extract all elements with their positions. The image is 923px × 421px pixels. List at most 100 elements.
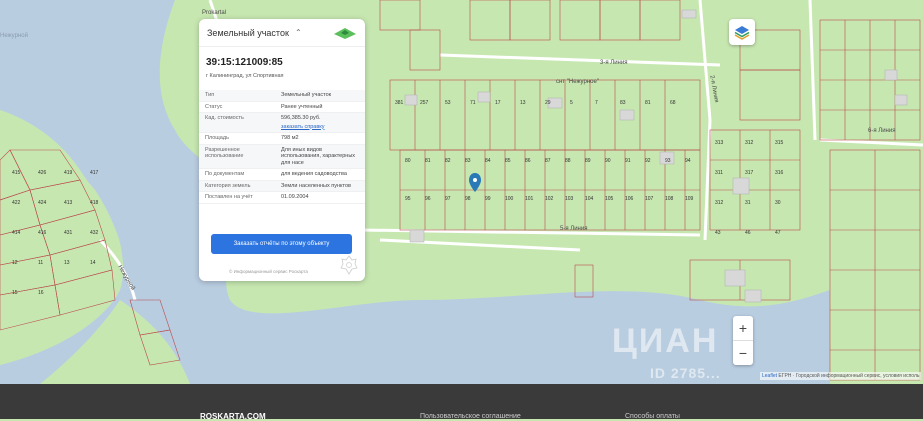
parcel-number[interactable]: 315 (775, 140, 783, 146)
zoom-out-button[interactable]: − (733, 341, 753, 365)
parcel-number[interactable]: 46 (745, 230, 751, 236)
parcel-number[interactable]: 17 (495, 100, 501, 106)
parcel-number[interactable]: 431 (64, 230, 72, 236)
watermark-id: ID 2785... (650, 365, 721, 381)
table-row: Площадь 798 м2 (199, 132, 365, 145)
parcel-number[interactable]: 94 (685, 158, 691, 164)
zoom-in-button[interactable]: + (733, 316, 753, 340)
parcel-number[interactable]: 104 (585, 196, 593, 202)
parcel-number[interactable]: 100 (505, 196, 513, 202)
parcel-number[interactable]: 86 (525, 158, 531, 164)
parcel-number[interactable]: 92 (645, 158, 651, 164)
parcel-number[interactable]: 424 (38, 200, 46, 206)
parcel-number[interactable]: 415 (12, 170, 20, 176)
parcel-thumbnail-icon (334, 28, 356, 39)
card-title[interactable]: Земельный участок (207, 28, 289, 38)
map-label-snt: снт "Нежурное" (556, 79, 599, 85)
parcel-number[interactable]: 30 (775, 200, 781, 206)
page-footer: ROSKARTA.COM Пользовательское соглашение… (0, 384, 923, 421)
parcel-number[interactable]: 13 (520, 100, 526, 106)
parcel-number[interactable]: 426 (38, 170, 46, 176)
parcel-number[interactable]: 105 (605, 196, 613, 202)
parcel-number[interactable]: 417 (90, 170, 98, 176)
parcel-number[interactable]: 312 (715, 200, 723, 206)
parcel-number[interactable]: 82 (445, 158, 451, 164)
parcel-number[interactable]: 11 (38, 260, 43, 266)
watermark-logo: ЦИАН (612, 322, 719, 360)
map-attribution: Leaflet ЕГРН · Городской информационный … (760, 372, 922, 380)
parcel-number[interactable]: 89 (585, 158, 591, 164)
chevron-up-icon[interactable]: ⌃ (295, 28, 302, 37)
parcel-number[interactable]: 88 (565, 158, 571, 164)
parcel-number[interactable]: 101 (525, 196, 533, 202)
layers-button[interactable] (729, 19, 755, 45)
cadastral-number: 39:15:121009:85 (206, 57, 283, 68)
parcel-number[interactable]: 83 (620, 100, 626, 106)
parcel-number[interactable]: 12 (12, 260, 18, 266)
parcel-number[interactable]: 96 (425, 196, 431, 202)
parcel-number[interactable]: 413 (64, 200, 72, 206)
order-reports-button[interactable]: Заказать отчёты по этому объекту (211, 234, 352, 254)
parcel-number[interactable]: 71 (470, 100, 476, 106)
parcel-number[interactable]: 93 (665, 158, 671, 164)
cadastral-value: 596,385.30 руб. (281, 115, 321, 121)
parcel-number[interactable]: 316 (775, 170, 783, 176)
attr-value: Для иных видов использования, характерны… (275, 144, 365, 169)
parcel-number[interactable]: 381 (395, 100, 403, 106)
parcel-number[interactable]: 47 (775, 230, 781, 236)
parcel-number[interactable]: 29 (545, 100, 551, 106)
parcel-number[interactable]: 106 (625, 196, 633, 202)
parcel-number[interactable]: 15 (12, 290, 18, 296)
attr-value: Земельный участок (275, 90, 365, 102)
parcel-number[interactable]: 85 (505, 158, 511, 164)
parcel-number[interactable]: 257 (420, 100, 428, 106)
parcel-number[interactable]: 109 (685, 196, 693, 202)
parcel-number[interactable]: 103 (565, 196, 573, 202)
parcel-number[interactable]: 31 (745, 200, 751, 206)
parcel-number[interactable]: 13 (64, 260, 70, 266)
parcel-number[interactable]: 422 (12, 200, 20, 206)
map-view[interactable]: Prokartal Нежурной снт "Нежурное" 3-я Ли… (0, 0, 923, 384)
parcel-number[interactable]: 107 (645, 196, 653, 202)
parcel-number[interactable]: 16 (38, 290, 44, 296)
parcel-number[interactable]: 414 (12, 230, 20, 236)
card-divider (199, 46, 365, 47)
parcel-number[interactable]: 99 (485, 196, 491, 202)
leaflet-link[interactable]: Leaflet (762, 373, 777, 379)
map-label-street-6: 6-я Линия (868, 128, 896, 134)
parcel-number[interactable]: 98 (465, 196, 471, 202)
parcel-number[interactable]: 81 (425, 158, 431, 164)
parcel-number[interactable]: 317 (745, 170, 753, 176)
parcel-number[interactable]: 87 (545, 158, 551, 164)
parcel-number[interactable]: 95 (405, 196, 411, 202)
order-certificate-link[interactable]: заказать справку (281, 124, 361, 131)
parcel-number[interactable]: 97 (445, 196, 451, 202)
parcel-number[interactable]: 416 (38, 230, 46, 236)
parcel-number[interactable]: 102 (545, 196, 553, 202)
parcel-number[interactable]: 43 (715, 230, 721, 236)
parcel-number[interactable]: 53 (445, 100, 451, 106)
map-canvas[interactable] (0, 0, 923, 384)
parcel-number[interactable]: 313 (715, 140, 723, 146)
parcel-number[interactable]: 108 (665, 196, 673, 202)
parcel-number[interactable]: 432 (90, 230, 98, 236)
parcel-number[interactable]: 7 (595, 100, 598, 106)
parcel-number[interactable]: 81 (645, 100, 651, 106)
parcel-number[interactable]: 80 (405, 158, 411, 164)
parcel-number[interactable]: 90 (605, 158, 611, 164)
parcel-number[interactable]: 68 (670, 100, 676, 106)
parcel-number[interactable]: 14 (90, 260, 96, 266)
parcel-number[interactable]: 83 (465, 158, 471, 164)
parcel-number[interactable]: 91 (625, 158, 631, 164)
attr-key: Тип (199, 90, 275, 102)
parcel-number[interactable]: 84 (485, 158, 491, 164)
parcel-number[interactable]: 5 (570, 100, 573, 106)
parcel-number[interactable]: 418 (90, 200, 98, 206)
map-label-top: Prokartal (202, 10, 227, 16)
parcel-address: г Калининград, ул Спортивная (206, 73, 284, 79)
parcel-number[interactable]: 312 (745, 140, 753, 146)
attr-value-cell: 596,385.30 руб. заказать справку (275, 112, 365, 133)
parcel-number[interactable]: 419 (64, 170, 72, 176)
parcel-number[interactable]: 311 (715, 170, 723, 176)
footer-brand[interactable]: ROSKARTA.COM (200, 412, 266, 421)
